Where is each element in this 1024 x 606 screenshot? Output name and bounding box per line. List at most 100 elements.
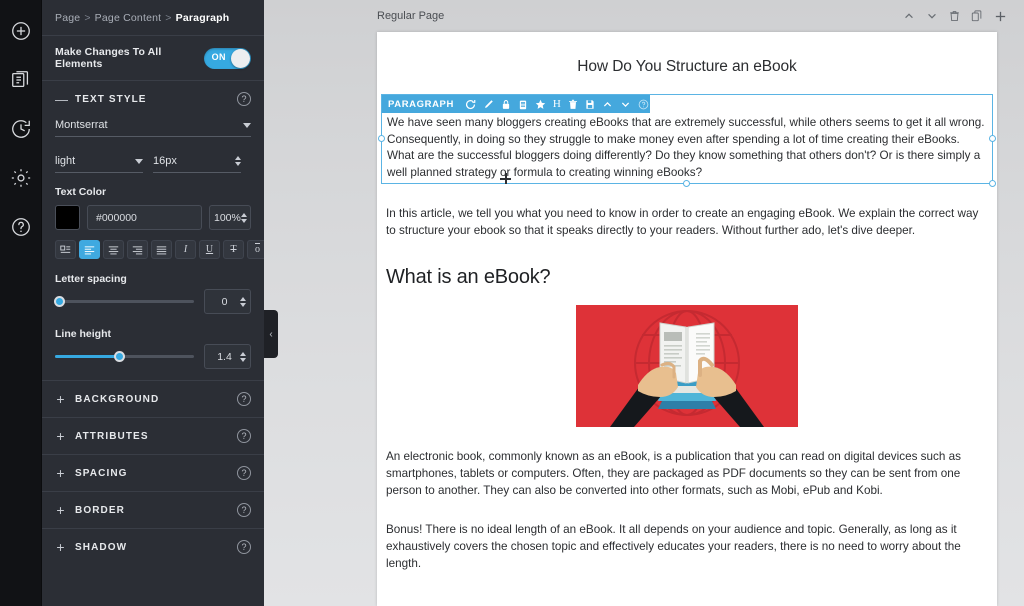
color-opacity-value: 100%: [214, 211, 241, 224]
align-center-icon[interactable]: [103, 240, 124, 259]
overline-icon[interactable]: o: [247, 240, 264, 259]
settings-icon[interactable]: [4, 161, 38, 195]
text-style-section-header[interactable]: — TEXT STYLE ?: [42, 81, 264, 115]
move-page-up-icon[interactable]: [903, 10, 915, 22]
spacing-help-icon[interactable]: ?: [237, 466, 251, 480]
indent-icon[interactable]: [55, 240, 76, 259]
save-icon[interactable]: [585, 99, 595, 110]
text-format-button-row: I U T o: [42, 230, 264, 259]
paragraph-4[interactable]: Bonus! There is no ideal length of an eB…: [386, 522, 988, 573]
line-height-slider[interactable]: [55, 351, 194, 362]
page-label: Regular Page: [377, 10, 445, 22]
underline-icon[interactable]: U: [199, 240, 220, 259]
font-size-value: 16px: [153, 155, 177, 167]
selected-paragraph-text[interactable]: We have seen many bloggers creating eBoo…: [382, 113, 992, 183]
breadcrumb-page-content[interactable]: Page Content: [95, 12, 162, 24]
border-help-icon[interactable]: ?: [237, 503, 251, 517]
font-weight-size-row: light 16px: [42, 151, 264, 173]
accordion-label: SPACING: [75, 467, 128, 479]
shadow-help-icon[interactable]: ?: [237, 540, 251, 554]
text-style-title: TEXT STYLE: [75, 93, 147, 105]
color-hex-value: #000000: [96, 211, 137, 224]
stepper-arrows-icon[interactable]: [240, 351, 246, 362]
breadcrumb-page[interactable]: Page: [55, 12, 80, 24]
font-weight-value: light: [55, 155, 76, 167]
color-swatch[interactable]: [55, 205, 80, 230]
stepper-arrows-icon[interactable]: [240, 296, 246, 307]
delete-page-icon[interactable]: [949, 10, 960, 22]
heading-icon[interactable]: H: [553, 98, 561, 110]
resize-handle-bottom-right[interactable]: [989, 180, 996, 188]
accordion-border[interactable]: + BORDER ?: [42, 491, 264, 528]
plus-icon: +: [56, 502, 65, 518]
element-help-icon[interactable]: [638, 99, 649, 110]
selection-box[interactable]: PARAGRAPH H We have seen many bloggers c…: [378, 94, 996, 188]
make-changes-label: Make Changes To All Elements: [55, 46, 162, 70]
ebook-reading-illustration[interactable]: [576, 305, 798, 428]
refresh-icon[interactable]: [465, 99, 476, 110]
font-size-stepper[interactable]: 16px: [153, 151, 241, 173]
add-icon[interactable]: [4, 14, 38, 48]
resize-handle-bottom[interactable]: [683, 180, 690, 188]
plus-icon: +: [56, 391, 65, 407]
stepper-arrows-icon[interactable]: [235, 156, 241, 166]
help-icon[interactable]: [4, 210, 38, 244]
resize-handle-right[interactable]: [989, 135, 996, 143]
paragraph-2[interactable]: In this article, we tell you what you ne…: [386, 206, 988, 240]
plus-icon: +: [56, 428, 65, 444]
align-right-icon[interactable]: [127, 240, 148, 259]
duplicate-page-icon[interactable]: [971, 10, 983, 22]
add-page-icon[interactable]: [994, 10, 1007, 23]
pages-icon[interactable]: [4, 63, 38, 97]
line-height-stepper[interactable]: 1.4: [204, 344, 251, 369]
text-color-label: Text Color: [55, 186, 107, 198]
properties-sidebar: Page > Page Content > Paragraph Make Changes…: [42, 0, 264, 606]
canvas-scrollbar[interactable]: [1016, 36, 1022, 602]
accordion-shadow[interactable]: + SHADOW ?: [42, 528, 264, 565]
toggle-state-label: ON: [211, 51, 226, 62]
letter-spacing-row: 0: [42, 289, 264, 314]
chevron-left-icon: ‹: [269, 328, 273, 340]
section-heading[interactable]: What is an eBook?: [386, 266, 988, 289]
align-left-icon[interactable]: [79, 240, 100, 259]
background-help-icon[interactable]: ?: [237, 392, 251, 406]
accordion-background[interactable]: + BACKGROUND ?: [42, 380, 264, 417]
app-root: Page > Page Content > Paragraph Make Changes…: [0, 0, 1024, 606]
font-weight-select[interactable]: light: [55, 151, 143, 173]
color-hex-input[interactable]: #000000: [87, 205, 202, 230]
letter-spacing-stepper[interactable]: 0: [204, 289, 251, 314]
letter-spacing-slider[interactable]: [54, 296, 194, 307]
stepper-arrows-icon[interactable]: [241, 212, 247, 223]
breadcrumb-separator-2: >: [165, 12, 172, 24]
plus-icon: +: [56, 539, 65, 555]
chevron-down-icon: [135, 158, 143, 164]
star-icon[interactable]: [535, 99, 546, 110]
color-opacity-stepper[interactable]: 100%: [209, 205, 251, 230]
trash-icon[interactable]: [568, 99, 578, 110]
history-icon[interactable]: [4, 112, 38, 146]
move-page-down-icon[interactable]: [926, 10, 938, 22]
move-down-icon[interactable]: [620, 99, 631, 110]
strikethrough-icon[interactable]: T: [223, 240, 244, 259]
font-family-row: Montserrat: [42, 115, 264, 137]
canvas-area: Regular Page How Do You Structure an eBo…: [264, 0, 1024, 606]
toggle-knob: [231, 48, 250, 68]
clipboard-icon[interactable]: [518, 99, 528, 110]
align-justify-icon[interactable]: [151, 240, 172, 259]
attributes-help-icon[interactable]: ?: [237, 429, 251, 443]
lock-icon[interactable]: [501, 99, 511, 110]
text-style-help-icon[interactable]: ?: [237, 92, 251, 106]
accordion-spacing[interactable]: + SPACING ?: [42, 454, 264, 491]
sidebar-accordion: + BACKGROUND ? + ATTRIBUTES ? + SPACING ? +…: [42, 380, 264, 565]
make-changes-toggle[interactable]: ON: [203, 47, 251, 69]
move-up-icon[interactable]: [602, 99, 613, 110]
accordion-label: ATTRIBUTES: [75, 430, 149, 442]
accordion-label: BACKGROUND: [75, 393, 160, 405]
paragraph-3[interactable]: An electronic book, commonly known as an…: [386, 449, 988, 500]
edit-pencil-icon[interactable]: [483, 99, 494, 110]
line-height-label: Line height: [55, 328, 111, 340]
sidebar-collapse-handle[interactable]: ‹: [264, 310, 278, 358]
font-family-select[interactable]: Montserrat: [55, 115, 251, 137]
accordion-attributes[interactable]: + ATTRIBUTES ?: [42, 417, 264, 454]
italic-icon[interactable]: I: [175, 240, 196, 259]
